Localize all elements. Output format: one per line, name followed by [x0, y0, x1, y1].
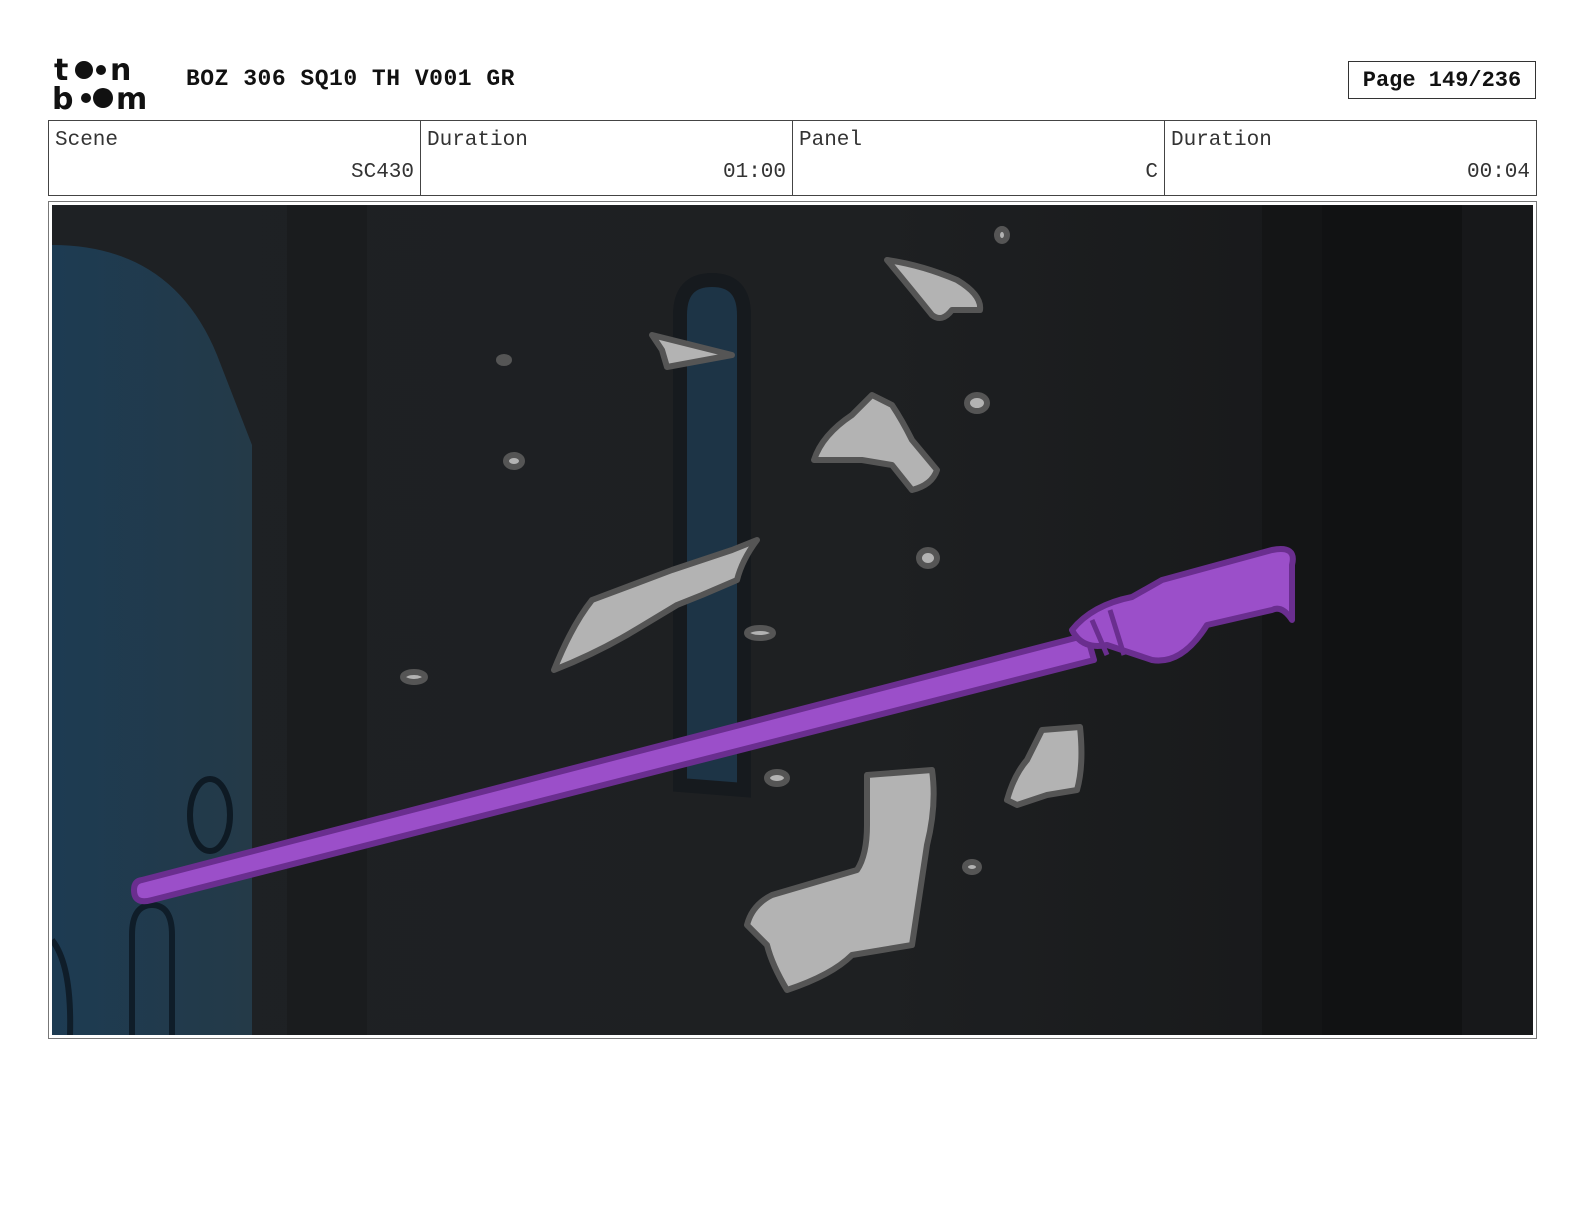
svg-text:b: b — [52, 82, 73, 112]
chip-7 — [400, 669, 428, 685]
scene-duration-label: Duration — [427, 129, 528, 152]
document-title: BOZ 306 SQ10 TH V001 GR — [186, 66, 515, 92]
scene-cell: Scene SC430 — [49, 121, 421, 195]
wall-column — [287, 205, 367, 1035]
scene-duration-cell: Duration 01:00 — [421, 121, 793, 195]
chip-5 — [496, 354, 512, 366]
chip-6 — [744, 625, 776, 641]
scene-duration-value: 01:00 — [722, 161, 786, 184]
panel-artwork — [52, 205, 1533, 1035]
chip-9 — [962, 859, 982, 875]
scene-label: Scene — [55, 129, 119, 152]
panel-duration-cell: Duration 00:04 — [1165, 121, 1536, 195]
panel-label: Panel — [799, 129, 863, 152]
storyboard-panel-image — [52, 205, 1533, 1035]
chip-1 — [994, 226, 1010, 244]
panel-cell: Panel C — [793, 121, 1165, 195]
chip-2 — [964, 392, 990, 414]
panel-duration-label: Duration — [1171, 129, 1272, 152]
svg-text:m: m — [116, 82, 147, 112]
right-wall — [1462, 205, 1533, 1035]
panel-duration-value: 00:04 — [1466, 161, 1530, 184]
panel-value: C — [1145, 161, 1158, 184]
chip-3 — [503, 452, 525, 470]
scene-value: SC430 — [350, 161, 414, 184]
right-pillar — [1322, 205, 1462, 1035]
scene-info-table: Scene SC430 Duration 01:00 Panel C Durat… — [48, 120, 1537, 196]
chip-8 — [764, 769, 790, 787]
toon-boom-logo: t n b m — [52, 52, 164, 117]
chip-4 — [916, 547, 940, 569]
page-indicator: Page 149/236 — [1348, 61, 1536, 99]
